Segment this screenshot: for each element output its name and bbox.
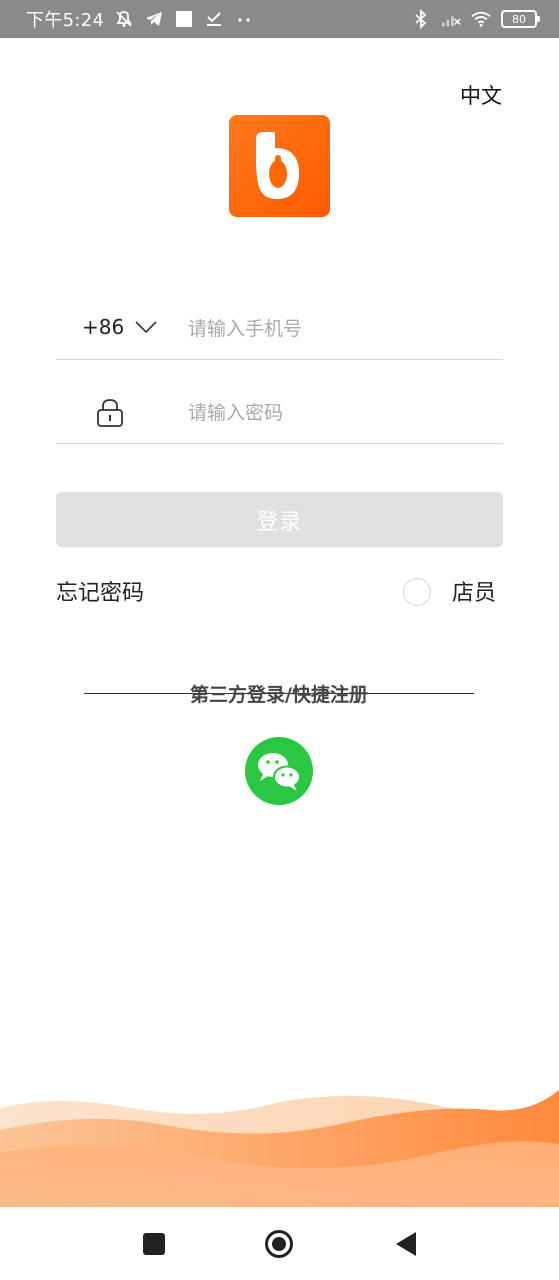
mute-alarm-icon [114,9,134,29]
password-field [56,382,503,444]
wechat-login-button[interactable] [245,737,313,805]
country-code-select[interactable]: +86 [82,315,158,339]
third-party-label: 第三方登录/快捷注册 [190,684,368,706]
status-time: 下午5:24 [26,10,105,31]
status-bar-left: 下午5:24 [26,6,254,32]
status-bar-right: 80 [411,9,540,29]
telegram-icon [144,9,164,29]
checkmark-icon [204,9,224,29]
status-bar: 下午5:24 80 [0,0,559,38]
battery-icon: 80 [501,10,540,28]
clerk-radio[interactable] [403,578,431,606]
wechat-icon [258,753,301,791]
recent-apps-icon[interactable] [139,1229,169,1259]
wifi-icon [471,9,491,29]
language-switch[interactable]: 中文 [460,80,502,110]
square-icon [174,9,194,29]
signal-icon [441,9,461,29]
more-dots-icon [234,9,254,29]
decorative-waves [0,1090,559,1207]
password-input[interactable] [188,398,488,428]
clerk-label[interactable]: 店员 [452,575,496,607]
bluetooth-icon [411,9,431,29]
login-button[interactable]: 登录 [56,492,503,547]
back-icon[interactable] [392,1229,422,1259]
home-icon[interactable] [264,1229,294,1259]
forgot-password-link[interactable]: 忘记密码 [56,575,144,607]
country-code-value: +86 [82,315,125,339]
lock-icon [96,398,124,432]
chevron-down-icon [134,315,158,339]
phone-input[interactable] [188,314,488,344]
navigation-bar [0,1207,559,1280]
phone-field: +86 [56,298,503,360]
app-logo-icon [229,115,330,217]
